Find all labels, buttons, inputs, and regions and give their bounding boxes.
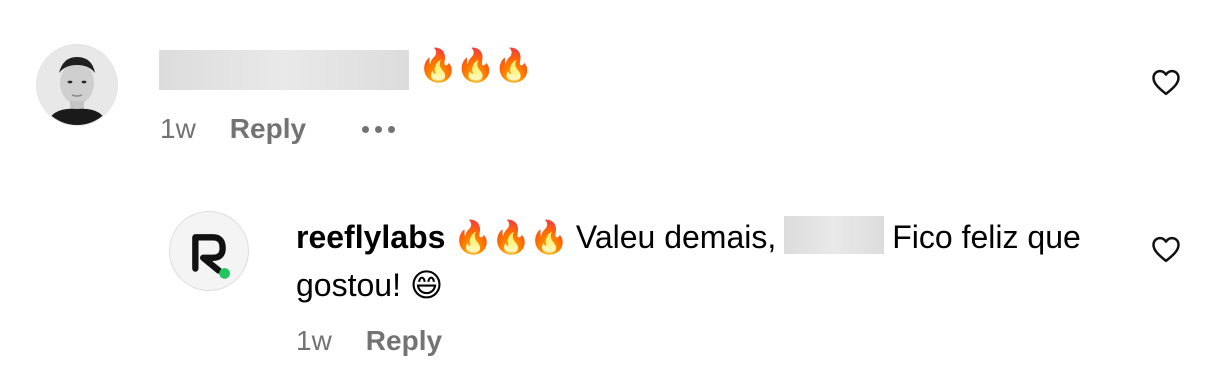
reply-button[interactable]: Reply [230, 113, 306, 145]
reply-emoji: 🔥🔥🔥 [453, 218, 569, 256]
comment-text: 🔥🔥🔥 [418, 46, 534, 84]
commenter-avatar[interactable] [36, 44, 118, 126]
redacted-mention [784, 216, 885, 254]
reply-username[interactable]: reeflylabs [296, 219, 445, 255]
comment-meta: 1w Reply [160, 113, 396, 145]
more-options-icon[interactable] [362, 125, 396, 133]
reeflylabs-avatar[interactable] [169, 211, 249, 291]
like-heart-icon[interactable] [1151, 235, 1181, 263]
reply-meta: 1w Reply [296, 325, 442, 357]
grin-emoji: 😄 [409, 266, 444, 304]
redacted-username [159, 50, 409, 90]
reply-timestamp: 1w [296, 325, 332, 356]
reply-text-before: Valeu demais, [575, 219, 777, 255]
comment-timestamp: 1w [160, 113, 196, 144]
like-heart-icon[interactable] [1151, 68, 1181, 96]
reply-comment-text: reeflylabs 🔥🔥🔥 Valeu demais, Fico feliz qu… [296, 213, 1096, 309]
reply-to-reply-button[interactable]: Reply [366, 325, 442, 357]
